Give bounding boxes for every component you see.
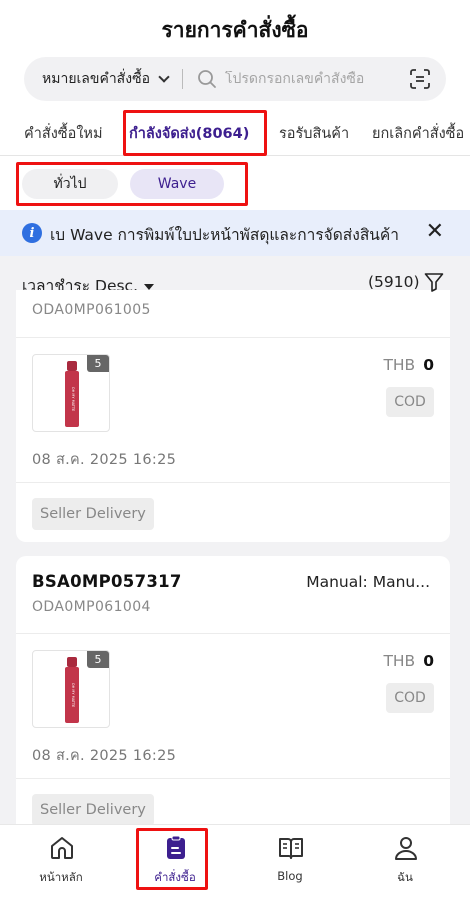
- search-input[interactable]: [224, 71, 385, 87]
- amount: 0: [423, 652, 434, 670]
- lipstick-image: OH MY MATTE: [65, 657, 79, 723]
- order-card[interactable]: ODA0MP061005 OH MY MATTE 5 THB 0 COD 08 ส…: [16, 290, 450, 542]
- nav-home[interactable]: หน้าหลัก: [2, 825, 120, 901]
- bottom-nav: หน้าหลัก คำสั่งซื้อ Blog ฉัน: [0, 824, 470, 901]
- product-thumbnail[interactable]: OH MY MATTE 5: [32, 354, 110, 432]
- delivery-tag: Seller Delivery: [32, 794, 154, 826]
- info-banner: i เบ Wave การพิมพ์ใบปะหน้าพัสดุและการจัด…: [0, 210, 470, 256]
- divider: [181, 69, 183, 89]
- chevron-down-icon: [158, 70, 170, 83]
- divider: [16, 337, 450, 338]
- banner-text: เบ Wave การพิมพ์ใบปะหน้าพัสดุและการจัดส่…: [50, 226, 399, 244]
- info-icon: i: [22, 223, 42, 243]
- order-count: (5910): [368, 273, 420, 291]
- book-icon: [279, 838, 303, 859]
- currency: THB: [383, 356, 416, 374]
- order-id: BSA0MP057317: [32, 572, 182, 591]
- delivery-tag: Seller Delivery: [32, 498, 154, 530]
- page-title: รายการคำสั่งซื้อ: [161, 18, 309, 42]
- nav-label: ฉัน: [397, 870, 413, 884]
- tab-awaiting-pickup[interactable]: รอรับสินค้า: [279, 122, 349, 145]
- product-label: OH MY MATTE: [71, 683, 75, 707]
- order-sub-id: ODA0MP061005: [32, 302, 151, 318]
- lipstick-image: OH MY MATTE: [65, 361, 79, 427]
- price: THB 0: [383, 356, 434, 374]
- nav-label: Blog: [277, 869, 303, 883]
- search-type-label: หมายเลขคำสั่งซื้อ: [42, 71, 150, 87]
- product-thumbnail[interactable]: OH MY MATTE 5: [32, 650, 110, 728]
- caret-down-icon: [144, 283, 155, 290]
- order-date: 08 ส.ค. 2025 16:25: [32, 452, 177, 468]
- payment-badge: COD: [386, 683, 434, 713]
- divider: [16, 778, 450, 779]
- search-type-dropdown[interactable]: หมายเลขคำสั่งซื้อ: [24, 68, 170, 90]
- product-label: OH MY MATTE: [71, 387, 75, 411]
- search-bar: หมายเลขคำสั่งซื้อ: [24, 57, 446, 101]
- divider: [16, 633, 450, 634]
- filter-icon[interactable]: [424, 272, 444, 292]
- order-date: 08 ส.ค. 2025 16:25: [32, 748, 177, 764]
- tab-cancelled[interactable]: ยกเลิกคำสั่งซื้อ: [372, 122, 464, 145]
- home-icon: [51, 837, 73, 859]
- scan-icon[interactable]: [410, 69, 430, 89]
- order-sub-id: ODA0MP061004: [32, 599, 151, 615]
- divider: [16, 482, 450, 483]
- currency: THB: [383, 652, 416, 670]
- nav-me[interactable]: ฉัน: [346, 825, 464, 901]
- search-icon: [198, 70, 216, 88]
- nav-blog[interactable]: Blog: [231, 825, 349, 901]
- order-card[interactable]: BSA0MP057317 Manual: Manu... ODA0MP06100…: [16, 556, 450, 846]
- nav-label: หน้าหลัก: [39, 870, 83, 884]
- payment-badge: COD: [386, 387, 434, 417]
- quantity-badge: 5: [87, 651, 109, 668]
- user-icon: [395, 837, 417, 860]
- close-icon[interactable]: ✕: [426, 219, 444, 244]
- shipping-method: Manual: Manu...: [306, 573, 430, 591]
- highlight-box-segments: [16, 162, 248, 206]
- amount: 0: [423, 356, 434, 374]
- quantity-badge: 5: [87, 355, 109, 372]
- highlight-box-tab: [123, 110, 267, 156]
- tab-new-orders[interactable]: คำสั่งซื้อใหม่: [24, 122, 103, 145]
- price: THB 0: [383, 652, 434, 670]
- highlight-box-nav: [136, 828, 208, 890]
